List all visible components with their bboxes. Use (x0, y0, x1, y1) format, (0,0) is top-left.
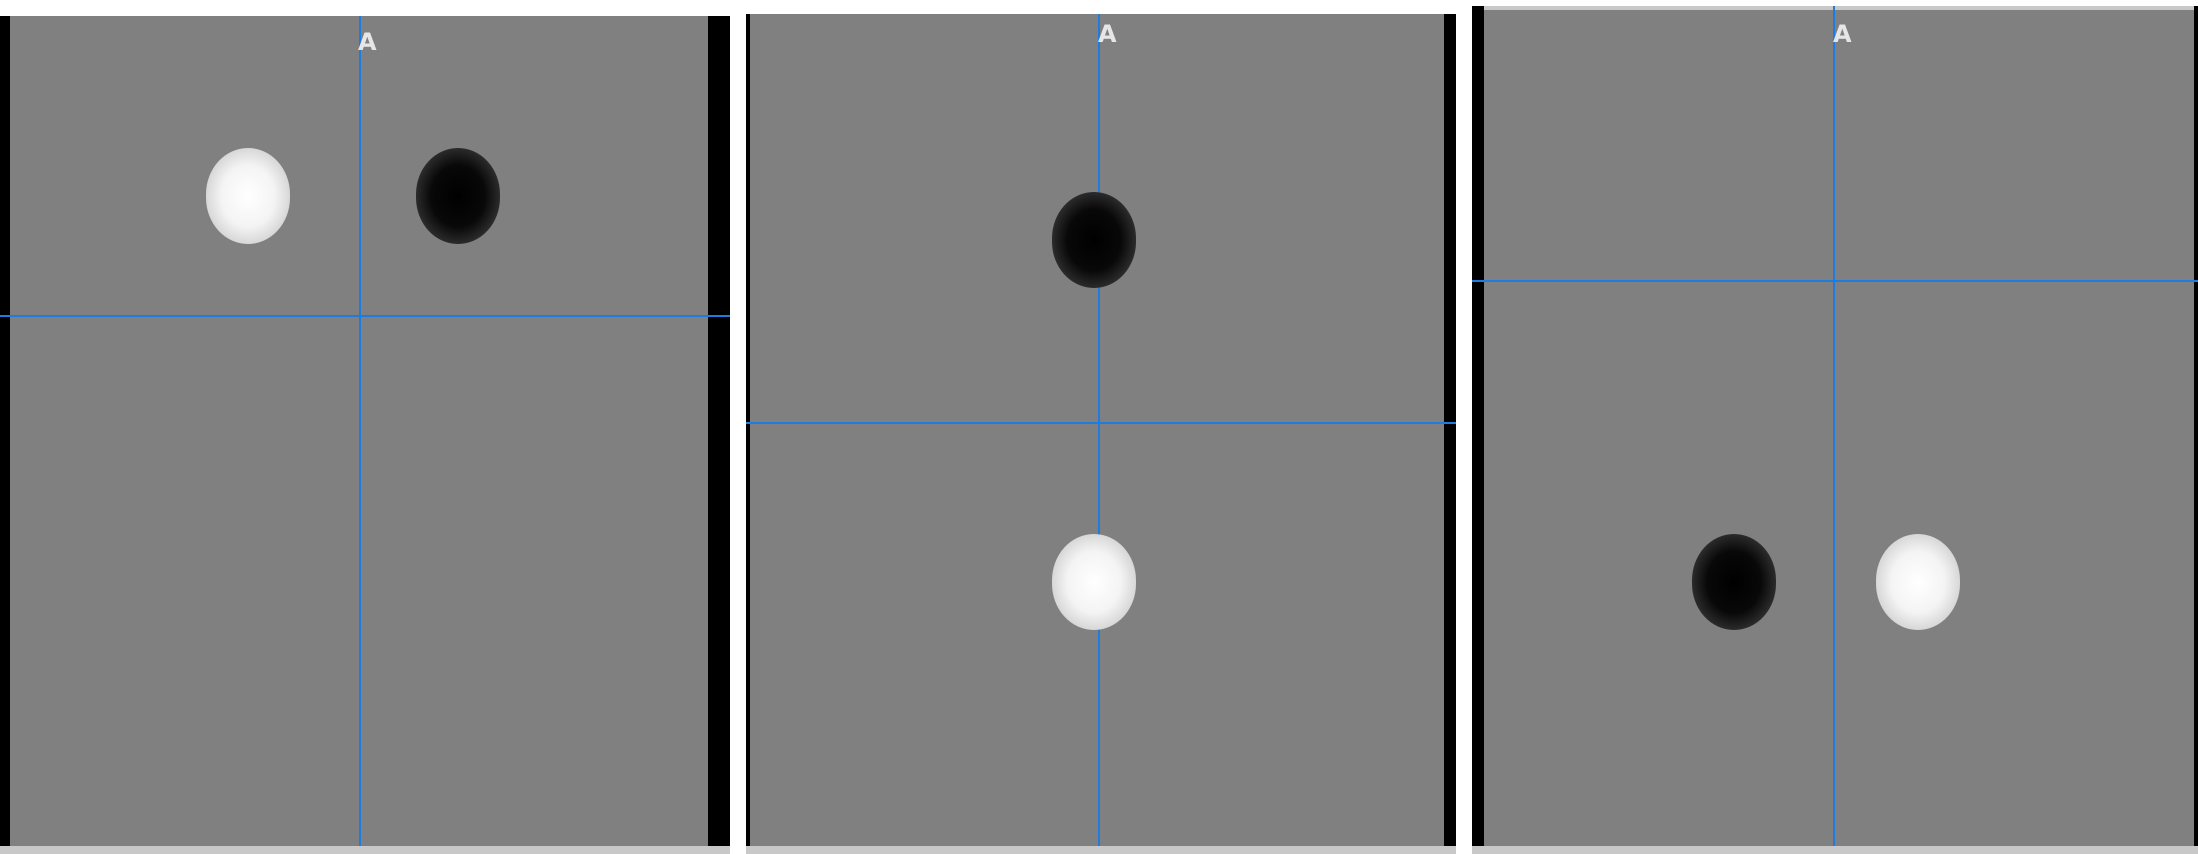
viewport-2[interactable]: A (746, 14, 1456, 854)
viewport-bottom-edge (1472, 846, 2198, 854)
viewport-border-left (746, 14, 750, 854)
orientation-label: A (358, 28, 377, 56)
black-marker (1692, 534, 1776, 630)
viewport-border-left (0, 16, 10, 854)
white-marker (1876, 534, 1960, 630)
crosshair-horizontal[interactable] (746, 422, 1456, 424)
black-marker (1052, 192, 1136, 288)
viewport-border-right (1444, 14, 1456, 854)
viewport-3[interactable]: A (1472, 6, 2198, 854)
crosshair-horizontal[interactable] (0, 315, 730, 317)
orientation-label: A (1098, 20, 1117, 48)
crosshair-horizontal[interactable] (1472, 280, 2198, 282)
white-marker (206, 148, 290, 244)
viewport-1[interactable]: A (0, 16, 730, 854)
orientation-label: A (1833, 20, 1852, 48)
viewport-bottom-edge (0, 846, 730, 854)
viewport-border-left (1472, 6, 1484, 854)
crosshair-vertical[interactable] (1833, 6, 1835, 854)
crosshair-vertical[interactable] (359, 16, 361, 854)
viewport-border-right (2194, 6, 2198, 854)
crosshair-vertical[interactable] (1098, 14, 1100, 854)
black-marker (416, 148, 500, 244)
white-marker (1052, 534, 1136, 630)
viewport-bottom-edge (746, 846, 1456, 854)
viewport-border-right (708, 16, 730, 854)
viewport-top-edge (1472, 6, 2198, 10)
